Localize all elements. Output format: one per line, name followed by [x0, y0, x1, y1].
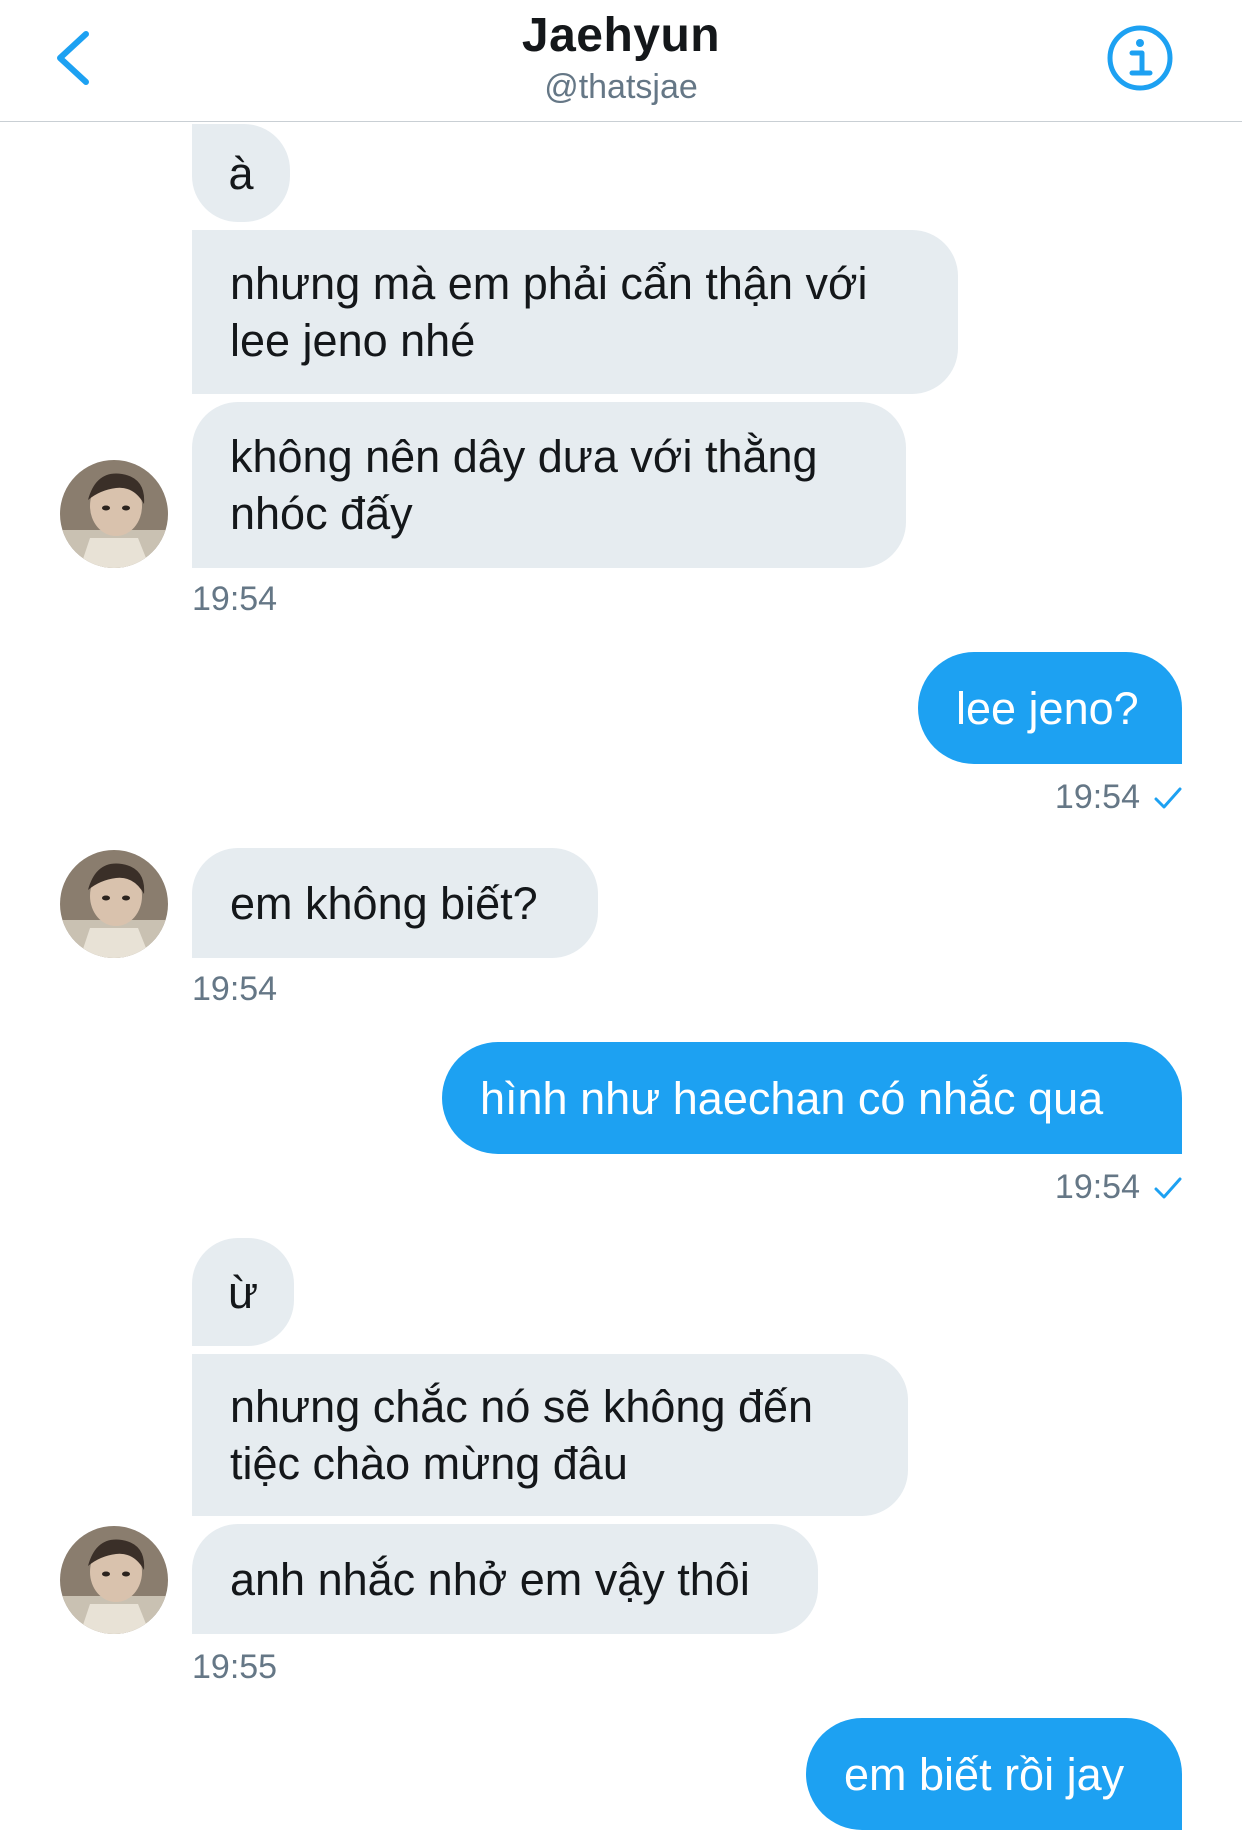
contact-avatar[interactable] [60, 850, 168, 958]
sent-check-icon [1154, 787, 1182, 808]
incoming-message-bubble[interactable]: anh nhắc nhở em vậy thôi [192, 1524, 818, 1634]
outgoing-message-bubble[interactable]: hình như haechan có nhắc qua [442, 1042, 1182, 1154]
incoming-message-bubble[interactable]: ừ [192, 1238, 294, 1346]
timestamp-text: 19:54 [192, 970, 278, 1008]
message-timestamp: 19:54 [1055, 778, 1182, 817]
incoming-message-bubble[interactable]: nhưng chắc nó sẽ không đến tiệc chào mừn… [192, 1354, 908, 1516]
contact-avatar[interactable] [60, 1526, 168, 1634]
timestamp-text: 19:54 [192, 580, 278, 618]
outgoing-message-bubble[interactable]: em biết rồi jay [806, 1718, 1182, 1830]
incoming-message-bubble[interactable]: à [192, 124, 290, 222]
incoming-message-bubble[interactable]: nhưng mà em phải cẩn thận với lee jeno n… [192, 230, 958, 394]
outgoing-message-bubble[interactable]: lee jeno? [918, 652, 1182, 764]
contact-avatar[interactable] [60, 460, 168, 568]
timestamp-text: 19:55 [192, 1648, 278, 1686]
message-timestamp: 19:54 [192, 580, 277, 619]
incoming-message-bubble[interactable]: em không biết? [192, 848, 598, 958]
timestamp-text: 19:54 [1054, 778, 1140, 816]
message-timestamp: 19:54 [192, 970, 277, 1009]
contact-handle[interactable]: @thatsjae [0, 68, 1242, 107]
timestamp-text: 19:54 [1054, 1168, 1140, 1206]
message-timestamp: 19:54 [1055, 1168, 1182, 1207]
incoming-message-bubble[interactable]: không nên dây dưa với thằng nhóc đấy [192, 402, 906, 568]
info-icon[interactable] [1104, 22, 1176, 94]
conversation-header: Jaehyun @thatsjae [0, 0, 1242, 122]
message-timestamp: 19:55 [192, 1648, 277, 1687]
contact-name[interactable]: Jaehyun [0, 8, 1242, 63]
sent-check-icon [1154, 1177, 1182, 1198]
